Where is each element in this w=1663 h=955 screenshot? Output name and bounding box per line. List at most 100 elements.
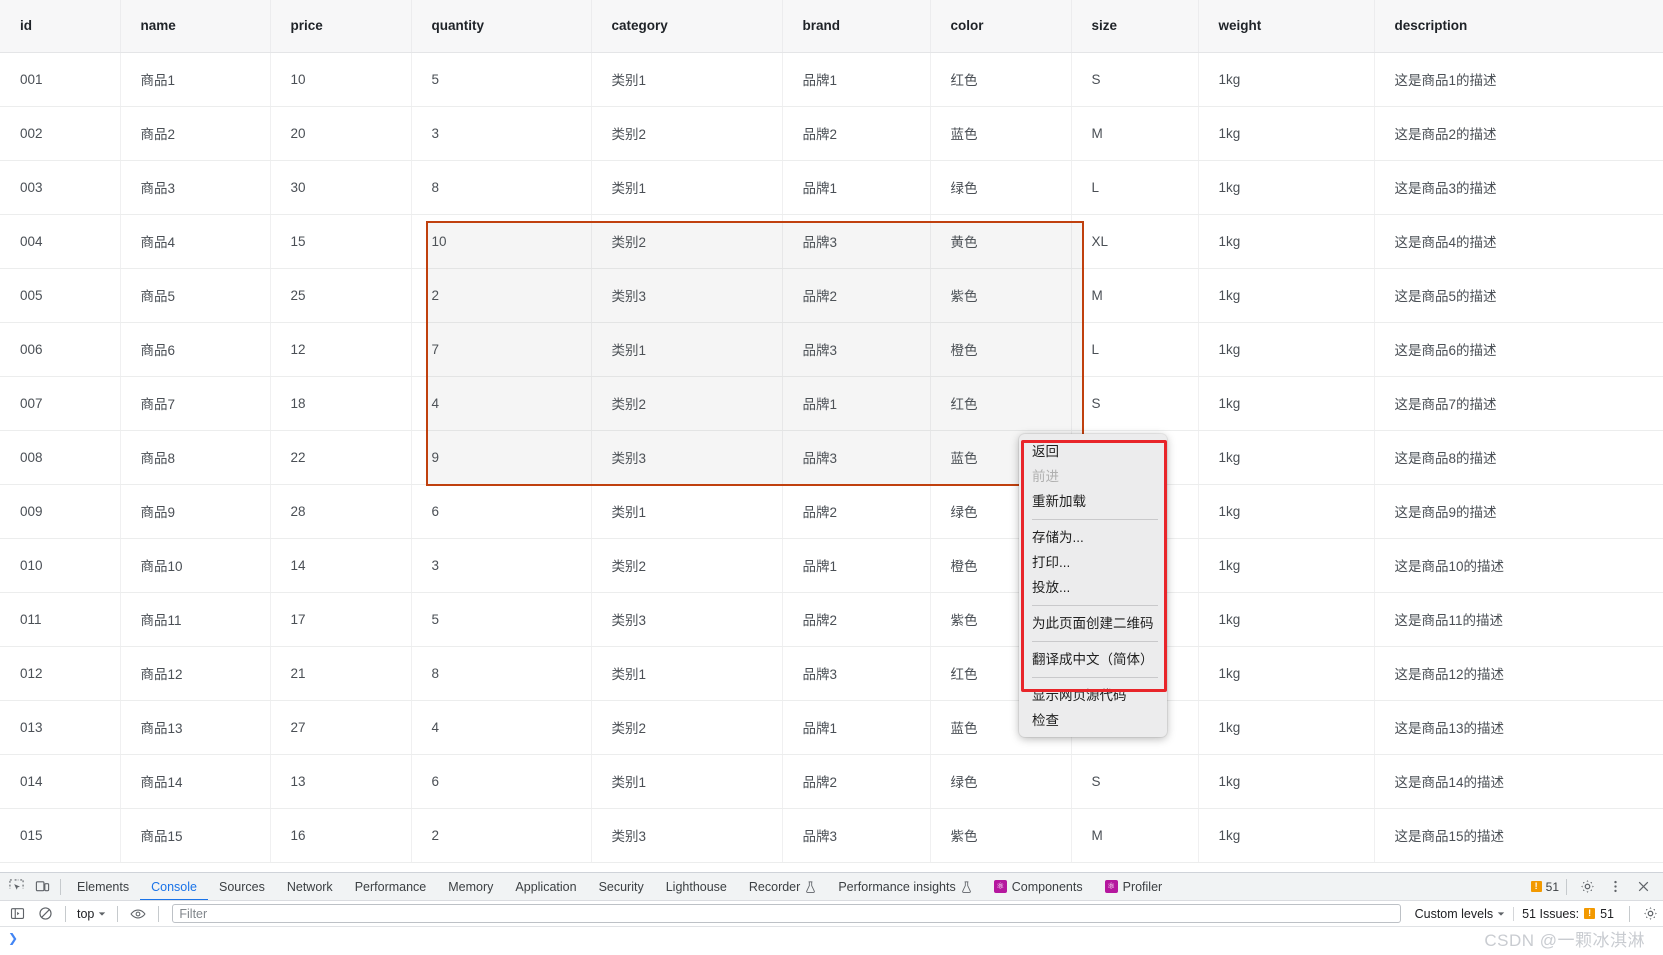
cell-description[interactable]: 这是商品14的描述 <box>1374 754 1663 809</box>
cell-price[interactable]: 12 <box>270 322 412 377</box>
context-menu-item[interactable]: 检查 <box>1019 708 1167 733</box>
cell-name[interactable]: 商品9 <box>120 484 271 539</box>
device-toolbar-icon[interactable] <box>29 875 55 899</box>
cell-brand[interactable]: 品牌2 <box>782 484 931 539</box>
cell-quantity[interactable]: 6 <box>411 484 592 539</box>
cell-brand[interactable]: 品牌1 <box>782 52 931 107</box>
devtools-tab-application[interactable]: Application <box>504 873 587 900</box>
cell-weight[interactable]: 1kg <box>1198 214 1375 269</box>
devtools-tab-performance-insights[interactable]: Performance insights <box>827 873 982 900</box>
cell-quantity[interactable]: 7 <box>411 322 592 377</box>
cell-description[interactable]: 这是商品7的描述 <box>1374 376 1663 431</box>
console-output[interactable]: ❯ CSDN @一颗冰淇淋 <box>0 927 1663 955</box>
cell-name[interactable]: 商品5 <box>120 268 271 323</box>
cell-id[interactable]: 009 <box>0 484 121 539</box>
cell-id[interactable]: 008 <box>0 430 121 485</box>
cell-size[interactable]: M <box>1071 268 1199 323</box>
cell-weight[interactable]: 1kg <box>1198 268 1375 323</box>
context-menu-item[interactable]: 投放... <box>1019 575 1167 600</box>
console-filter-input[interactable] <box>172 904 1401 923</box>
cell-weight[interactable]: 1kg <box>1198 754 1375 809</box>
cell-weight[interactable]: 1kg <box>1198 160 1375 215</box>
cell-brand[interactable]: 品牌3 <box>782 430 931 485</box>
cell-name[interactable]: 商品6 <box>120 322 271 377</box>
cell-id[interactable]: 014 <box>0 754 121 809</box>
cell-price[interactable]: 18 <box>270 376 412 431</box>
cell-description[interactable]: 这是商品2的描述 <box>1374 106 1663 161</box>
cell-quantity[interactable]: 8 <box>411 646 592 701</box>
cell-brand[interactable]: 品牌2 <box>782 592 931 647</box>
cell-price[interactable]: 21 <box>270 646 412 701</box>
context-menu-item[interactable]: 打印... <box>1019 550 1167 575</box>
table-row[interactable]: 011 商品11 17 5 类别3 品牌2 紫色 1kg 这是商品11的描述 <box>0 592 1663 647</box>
cell-quantity[interactable]: 5 <box>411 592 592 647</box>
devtools-tab-sources[interactable]: Sources <box>208 873 276 900</box>
cell-size[interactable]: M <box>1071 808 1199 863</box>
cell-category[interactable]: 类别3 <box>591 808 783 863</box>
cell-color[interactable]: 橙色 <box>930 322 1072 377</box>
cell-id[interactable]: 007 <box>0 376 121 431</box>
cell-name[interactable]: 商品4 <box>120 214 271 269</box>
cell-brand[interactable]: 品牌2 <box>782 106 931 161</box>
context-menu-item[interactable]: 返回 <box>1019 439 1167 464</box>
cell-name[interactable]: 商品1 <box>120 52 271 107</box>
cell-weight[interactable]: 1kg <box>1198 376 1375 431</box>
cell-id[interactable]: 010 <box>0 538 121 593</box>
log-levels-select[interactable]: Custom levels <box>1409 907 1512 921</box>
cell-price[interactable]: 16 <box>270 808 412 863</box>
cell-brand[interactable]: 品牌3 <box>782 214 931 269</box>
cell-color[interactable]: 红色 <box>930 52 1072 107</box>
cell-price[interactable]: 15 <box>270 214 412 269</box>
devtools-tab-memory[interactable]: Memory <box>437 873 504 900</box>
cell-color[interactable]: 蓝色 <box>930 106 1072 161</box>
cell-brand[interactable]: 品牌1 <box>782 538 931 593</box>
cell-category[interactable]: 类别3 <box>591 268 783 323</box>
cell-category[interactable]: 类别1 <box>591 52 783 107</box>
live-expression-eye-icon[interactable] <box>125 902 151 926</box>
cell-description[interactable]: 这是商品5的描述 <box>1374 268 1663 323</box>
table-row[interactable]: 009 商品9 28 6 类别1 品牌2 绿色 1kg 这是商品9的描述 <box>0 484 1663 539</box>
cell-name[interactable]: 商品3 <box>120 160 271 215</box>
cell-price[interactable]: 22 <box>270 430 412 485</box>
cell-price[interactable]: 25 <box>270 268 412 323</box>
cell-category[interactable]: 类别1 <box>591 646 783 701</box>
cell-price[interactable]: 13 <box>270 754 412 809</box>
cell-category[interactable]: 类别2 <box>591 700 783 755</box>
cell-brand[interactable]: 品牌2 <box>782 268 931 323</box>
context-menu-item[interactable]: 翻译成中文（简体） <box>1019 647 1167 672</box>
devtools-tab-network[interactable]: Network <box>276 873 344 900</box>
devtools-tab-performance[interactable]: Performance <box>344 873 438 900</box>
devtools-tab-elements[interactable]: Elements <box>66 873 140 900</box>
cell-quantity[interactable]: 2 <box>411 268 592 323</box>
cell-quantity[interactable]: 3 <box>411 538 592 593</box>
cell-price[interactable]: 10 <box>270 52 412 107</box>
cell-id[interactable]: 003 <box>0 160 121 215</box>
cell-description[interactable]: 这是商品12的描述 <box>1374 646 1663 701</box>
devtools-tab-lighthouse[interactable]: Lighthouse <box>655 873 738 900</box>
cell-name[interactable]: 商品8 <box>120 430 271 485</box>
cell-name[interactable]: 商品2 <box>120 106 271 161</box>
cell-category[interactable]: 类别1 <box>591 484 783 539</box>
cell-price[interactable]: 14 <box>270 538 412 593</box>
cell-description[interactable]: 这是商品11的描述 <box>1374 592 1663 647</box>
cell-id[interactable]: 011 <box>0 592 121 647</box>
cell-id[interactable]: 012 <box>0 646 121 701</box>
cell-id[interactable]: 004 <box>0 214 121 269</box>
cell-description[interactable]: 这是商品6的描述 <box>1374 322 1663 377</box>
cell-size[interactable]: S <box>1071 376 1199 431</box>
cell-name[interactable]: 商品15 <box>120 808 271 863</box>
cell-color[interactable]: 绿色 <box>930 754 1072 809</box>
cell-weight[interactable]: 1kg <box>1198 808 1375 863</box>
cell-size[interactable]: L <box>1071 322 1199 377</box>
cell-id[interactable]: 002 <box>0 106 121 161</box>
browser-context-menu[interactable]: 返回 前进 重新加载 存储为... 打印... 投放... 为此页面创建二维码 翻译成中文（简… <box>1019 434 1167 737</box>
cell-brand[interactable]: 品牌1 <box>782 376 931 431</box>
execution-context-select[interactable]: top <box>73 907 110 921</box>
cell-category[interactable]: 类别2 <box>591 376 783 431</box>
inspect-element-icon[interactable] <box>3 875 29 899</box>
cell-size[interactable]: S <box>1071 754 1199 809</box>
table-row[interactable]: 014 商品14 13 6 类别1 品牌2 绿色 S 1kg 这是商品14的描述 <box>0 754 1663 809</box>
cell-id[interactable]: 005 <box>0 268 121 323</box>
cell-size[interactable]: L <box>1071 160 1199 215</box>
cell-color[interactable]: 紫色 <box>930 268 1072 323</box>
